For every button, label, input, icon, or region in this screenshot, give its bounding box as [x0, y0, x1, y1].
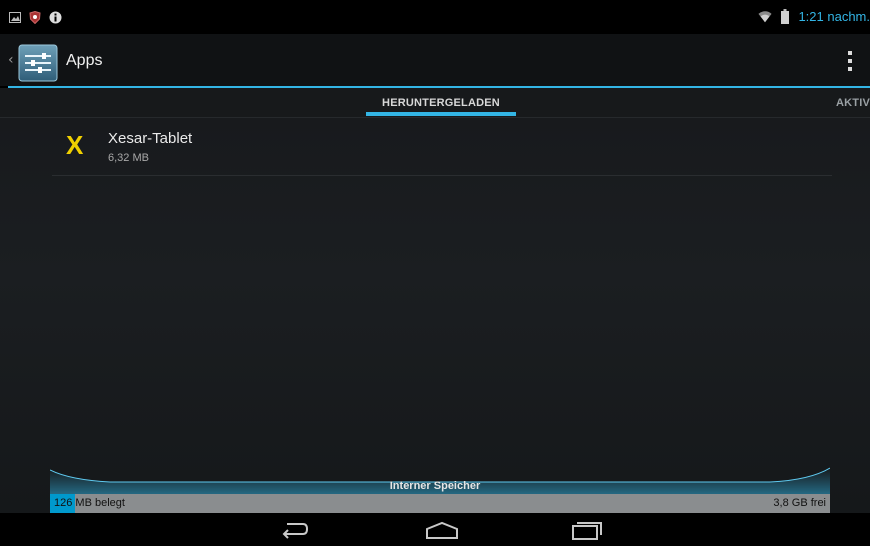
storage-bar: 126 MB belegt 3,8 GB frei: [50, 494, 830, 513]
navigation-bar: [0, 513, 870, 546]
page-title: Apps: [66, 52, 103, 69]
overflow-menu-icon[interactable]: [844, 51, 856, 71]
app-list: X Xesar-Tablet 6,32 MB Interner Speicher…: [0, 118, 870, 513]
info-icon: [48, 10, 62, 24]
storage-label: Interner Speicher: [389, 480, 481, 492]
storage-used-label: 126 MB belegt: [54, 497, 125, 509]
xesar-app-icon: X: [66, 130, 84, 160]
wifi-icon: [758, 10, 773, 24]
app-size: 6,32 MB: [108, 152, 149, 164]
notification-icons: [8, 10, 62, 24]
status-bar: 1:21 nachm.: [0, 0, 870, 34]
home-button[interactable]: [418, 517, 466, 543]
up-navigation-icon[interactable]: ‹: [8, 52, 14, 68]
shield-icon: [28, 10, 42, 24]
gallery-icon: [8, 10, 22, 24]
settings-sliders-icon[interactable]: [18, 44, 58, 82]
recent-apps-icon: [572, 522, 602, 540]
storage-free-label: 3,8 GB frei: [773, 497, 826, 509]
recent-apps-button[interactable]: [563, 517, 611, 543]
app-name: Xesar-Tablet: [108, 130, 193, 147]
back-icon: [282, 523, 309, 539]
home-icon: [426, 521, 458, 539]
battery-icon: [778, 9, 792, 24]
tab-selected-indicator: [366, 112, 516, 116]
clock: 1:21 nachm.: [798, 9, 870, 24]
tab-running[interactable]: AKTIV: [836, 88, 870, 117]
action-bar: ‹ Apps: [0, 34, 870, 86]
back-button[interactable]: [270, 517, 318, 543]
list-item-xesar-tablet[interactable]: X Xesar-Tablet 6,32 MB: [52, 118, 832, 176]
